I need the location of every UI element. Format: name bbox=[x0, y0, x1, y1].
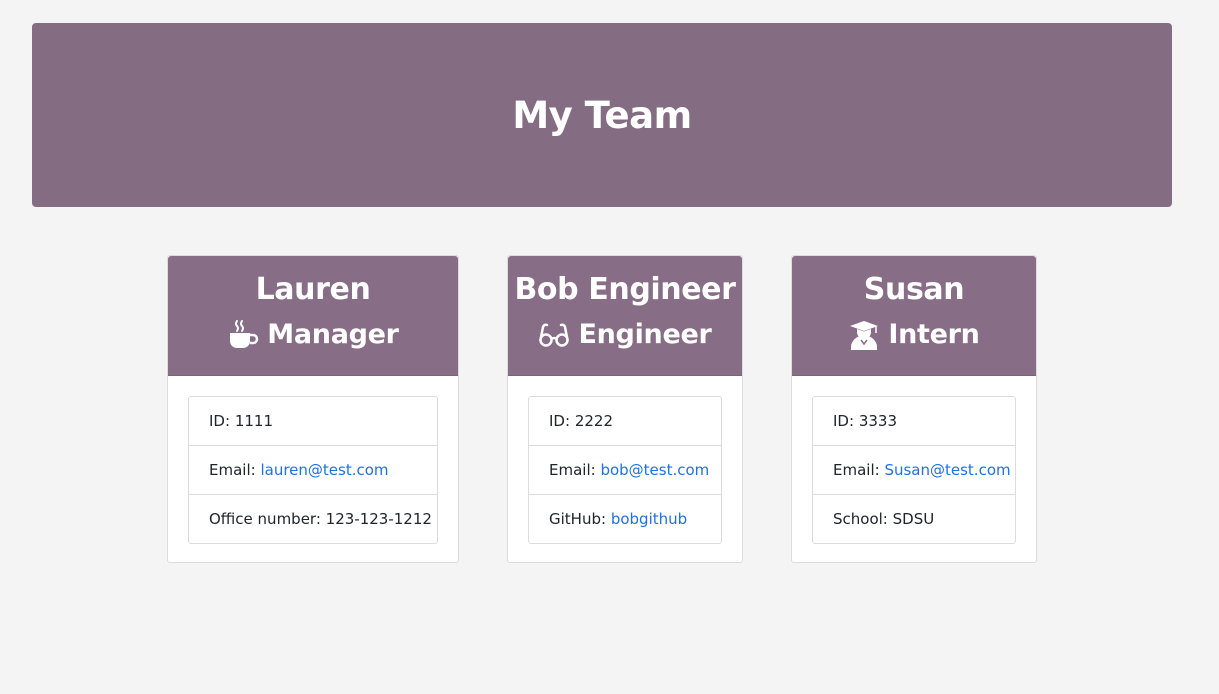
employee-card-engineer: Bob Engineer Engineer ID: 2222 Email: bo… bbox=[507, 255, 743, 563]
graduate-icon bbox=[850, 321, 879, 350]
github-label: GitHub: bbox=[549, 510, 607, 528]
card-header: Lauren Manager bbox=[168, 256, 458, 376]
id-value: 3333 bbox=[858, 412, 897, 430]
id-label: ID: bbox=[833, 412, 855, 430]
office-number-label: Office number: bbox=[209, 510, 321, 528]
employee-role-label: Engineer bbox=[578, 319, 712, 350]
email-row: Email: bob@test.com bbox=[529, 446, 721, 495]
email-row: Email: lauren@test.com bbox=[189, 446, 437, 495]
id-row: ID: 3333 bbox=[813, 397, 1015, 446]
employee-role: Intern bbox=[792, 315, 1036, 355]
coffee-mug-icon bbox=[230, 320, 259, 348]
employee-name: Lauren bbox=[255, 272, 371, 307]
employee-role-label: Manager bbox=[267, 319, 399, 350]
id-label: ID: bbox=[549, 412, 571, 430]
card-header: Susan Intern bbox=[792, 256, 1036, 376]
school-row: School: SDSU bbox=[813, 495, 1015, 543]
page-header: My Team bbox=[32, 23, 1172, 207]
employee-details: ID: 2222 Email: bob@test.com GitHub: bob… bbox=[528, 396, 722, 544]
employee-role: Engineer bbox=[508, 315, 742, 355]
employee-role: Manager bbox=[168, 315, 458, 355]
id-value: 2222 bbox=[574, 412, 613, 430]
email-link[interactable]: bob@test.com bbox=[600, 461, 709, 479]
glasses-icon bbox=[539, 323, 570, 347]
id-value: 1111 bbox=[234, 412, 273, 430]
employee-card-intern: Susan Intern ID: 3333 Email: Susan@test.… bbox=[791, 255, 1037, 563]
id-row: ID: 2222 bbox=[529, 397, 721, 446]
employee-details: ID: 1111 Email: lauren@test.com Office n… bbox=[188, 396, 438, 544]
github-link[interactable]: bobgithub bbox=[611, 510, 687, 528]
school-label: School: bbox=[833, 510, 888, 528]
github-row: GitHub: bobgithub bbox=[529, 495, 721, 543]
email-label: Email: bbox=[549, 461, 596, 479]
employee-role-label: Intern bbox=[888, 319, 980, 350]
office-number-value: 123-123-1212 bbox=[325, 510, 432, 528]
office-number-row: Office number: 123-123-1212 bbox=[189, 495, 437, 543]
card-header: Bob Engineer Engineer bbox=[508, 256, 742, 376]
employee-name: Susan bbox=[863, 272, 965, 307]
email-row: Email: Susan@test.com bbox=[813, 446, 1015, 495]
id-label: ID: bbox=[209, 412, 231, 430]
email-label: Email: bbox=[833, 461, 880, 479]
email-link[interactable]: Susan@test.com bbox=[884, 461, 1010, 479]
employee-details: ID: 3333 Email: Susan@test.com School: S… bbox=[812, 396, 1016, 544]
school-value: SDSU bbox=[892, 510, 935, 528]
email-label: Email: bbox=[209, 461, 256, 479]
employee-card-manager: Lauren Manager ID: 1111 Email: lauren@te… bbox=[167, 255, 459, 563]
email-link[interactable]: lauren@test.com bbox=[260, 461, 388, 479]
page-title: My Team bbox=[512, 93, 692, 137]
id-row: ID: 1111 bbox=[189, 397, 437, 446]
employee-name: Bob Engineer bbox=[514, 272, 736, 307]
